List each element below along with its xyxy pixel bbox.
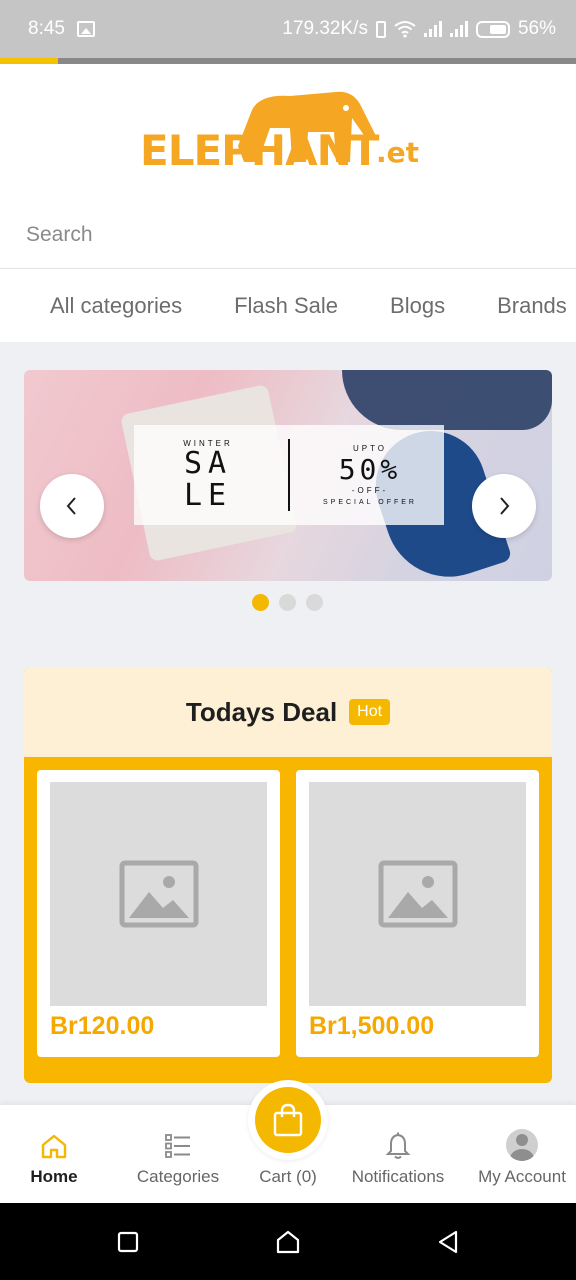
search-input[interactable]	[0, 201, 576, 268]
chevron-left-icon	[66, 497, 76, 515]
hot-badge: Hot	[349, 699, 391, 725]
nav-home[interactable]: Home	[14, 1105, 94, 1203]
bell-icon	[385, 1132, 411, 1159]
carousel-prev-button[interactable]	[40, 474, 104, 538]
cart-fab-button[interactable]	[248, 1080, 328, 1160]
product-card[interactable]: Br1,500.00	[296, 770, 539, 1057]
banner-sale-line-2: LE	[183, 477, 233, 513]
product-card[interactable]: Br120.00	[37, 770, 280, 1057]
logo-wordmark: ELEPHANT	[140, 126, 379, 175]
banner-carousel[interactable]: WINTER SA LE UPTO 50% -OFF- SPECIAL OFFE…	[24, 370, 552, 581]
tab-all-categories[interactable]: All categories	[50, 293, 182, 319]
category-tabs: All categories Flash Sale Blogs Brands	[0, 270, 576, 342]
banner-special-offer: SPECIAL OFFER	[323, 499, 417, 506]
banner-divider	[288, 439, 290, 511]
banner-sale-left: WINTER SA LE	[138, 439, 278, 512]
recents-button[interactable]	[111, 1225, 145, 1259]
signal-1-icon	[423, 21, 442, 37]
banner-upto-label: UPTO	[352, 444, 388, 453]
banner-scarf-shape	[342, 370, 552, 430]
search-bar	[0, 201, 576, 269]
todays-deal-header: Todays Deal Hot	[24, 667, 552, 757]
battery-icon	[475, 20, 510, 38]
vibrate-icon	[375, 20, 386, 38]
image-placeholder-icon	[119, 860, 198, 928]
carousel-dots	[252, 594, 323, 611]
net-speed: 179.32K/s	[282, 18, 368, 39]
tab-brands[interactable]: Brands	[497, 293, 567, 319]
tab-flash-sale[interactable]: Flash Sale	[234, 293, 338, 319]
banner-sale-right: UPTO 50% -OFF- SPECIAL OFFER	[300, 444, 440, 506]
system-navigation-bar	[0, 1203, 576, 1280]
nav-categories-label: Categories	[136, 1167, 220, 1186]
nav-notifications-label: Notifications	[351, 1167, 445, 1186]
carousel-dot[interactable]	[279, 594, 296, 611]
carousel-dot[interactable]	[306, 594, 323, 611]
header: ELEPHANT .et All categories Flash Sale B…	[0, 64, 576, 342]
home-system-button[interactable]	[271, 1225, 305, 1259]
wifi-icon	[394, 21, 416, 38]
product-price: Br120.00	[50, 1012, 155, 1040]
home-icon	[41, 1134, 67, 1159]
banner-sale-panel: WINTER SA LE UPTO 50% -OFF- SPECIAL OFFE…	[134, 425, 444, 525]
nav-my-account[interactable]: My Account	[468, 1105, 576, 1203]
back-button[interactable]	[431, 1225, 465, 1259]
signal-2-icon	[449, 21, 468, 37]
carousel-next-button[interactable]	[472, 474, 536, 538]
home-outline-icon	[276, 1230, 300, 1254]
nav-home-label: Home	[30, 1167, 78, 1186]
shopping-bag-icon	[273, 1103, 303, 1137]
status-time: 8:45	[28, 18, 65, 39]
todays-deal-title: Todays Deal	[185, 696, 338, 727]
carousel-dot[interactable]	[252, 594, 269, 611]
product-image-placeholder	[50, 782, 267, 1006]
image-placeholder-icon	[378, 860, 457, 928]
nav-my-account-label: My Account	[478, 1167, 566, 1186]
chevron-right-icon	[500, 497, 510, 515]
nav-categories[interactable]: Categories	[128, 1105, 228, 1203]
product-image-placeholder	[309, 782, 526, 1006]
back-triangle-icon	[438, 1230, 458, 1254]
square-icon	[117, 1231, 139, 1253]
banner-percent: 50%	[338, 453, 402, 486]
elephant-logo[interactable]: ELEPHANT .et	[140, 88, 420, 183]
avatar-icon	[506, 1129, 538, 1161]
list-icon	[165, 1134, 190, 1158]
banner-sale-line-1: SA	[183, 445, 233, 481]
image-notification-icon	[76, 21, 95, 37]
logo-suffix: .et	[376, 136, 420, 169]
nav-cart-label: Cart (0)	[259, 1167, 317, 1186]
banner-off-label: -OFF-	[351, 486, 389, 495]
cart-fab-inner	[255, 1087, 321, 1153]
status-right: 179.32K/s 56%	[282, 18, 556, 40]
status-bar: 8:45 179.32K/s 56%	[0, 0, 576, 58]
nav-notifications[interactable]: Notifications	[342, 1105, 454, 1203]
todays-deal-section: Todays Deal Hot Br120.00 Br1,500.00	[24, 667, 552, 1083]
battery-level: 56%	[517, 18, 556, 39]
tab-blogs[interactable]: Blogs	[390, 293, 445, 319]
product-price: Br1,500.00	[309, 1012, 435, 1040]
